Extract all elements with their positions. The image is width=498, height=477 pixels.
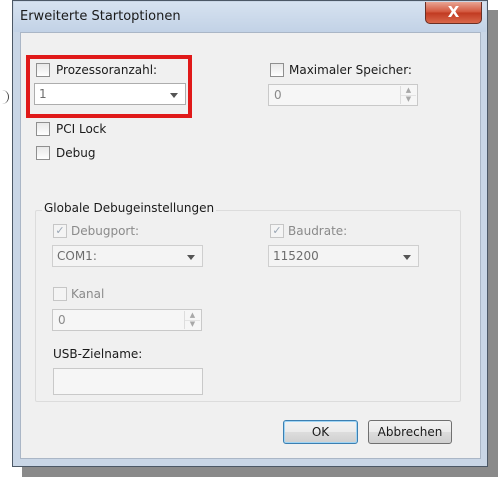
baudrate-dropdown[interactable]: 115200 — [268, 245, 419, 267]
checkmark-icon: ✓ — [55, 224, 65, 237]
usb-target-label: USB-Zielname: — [53, 347, 143, 361]
pci-lock-checkbox[interactable] — [36, 122, 50, 136]
close-button[interactable]: X — [425, 2, 482, 24]
highlight-box — [26, 55, 192, 118]
kanal-spinner[interactable]: 0 ▲ ▼ — [52, 309, 202, 331]
checkmark-icon: ✓ — [272, 224, 282, 237]
kanal-value: 0 — [58, 313, 66, 327]
pci-lock-label: PCI Lock — [56, 122, 107, 136]
debug-checkbox[interactable] — [36, 146, 50, 160]
usb-target-input[interactable] — [53, 368, 203, 395]
close-icon: X — [447, 3, 460, 21]
max-memory-label: Maximaler Speicher: — [289, 63, 412, 77]
kanal-checkbox[interactable] — [53, 287, 67, 301]
max-memory-value: 0 — [274, 88, 282, 102]
chevron-down-icon — [187, 255, 195, 260]
window-title: Erweiterte Startoptionen — [20, 9, 181, 24]
kanal-spin-buttons: ▲ ▼ — [184, 311, 200, 329]
chevron-down-icon — [403, 255, 411, 260]
debugport-checkbox[interactable]: ✓ — [53, 224, 67, 238]
debug-label: Debug — [56, 146, 96, 160]
max-memory-checkbox[interactable] — [270, 63, 284, 77]
global-debug-legend: Globale Debugeinstellungen — [42, 201, 217, 215]
debugport-dropdown[interactable]: COM1: — [52, 245, 203, 267]
debugport-value: COM1: — [57, 249, 97, 263]
baudrate-value: 115200 — [273, 249, 319, 263]
debugport-label: Debugport: — [71, 224, 140, 238]
baudrate-checkbox[interactable]: ✓ — [270, 224, 284, 238]
title-bar: Erweiterte Startoptionen — [14, 2, 486, 32]
edge-bracket — [0, 90, 9, 104]
kanal-label: Kanal — [71, 287, 105, 301]
baudrate-label: Baudrate: — [288, 224, 348, 238]
spin-down-icon[interactable]: ▼ — [401, 95, 416, 104]
max-memory-spinner[interactable]: 0 ▲ ▼ — [268, 84, 418, 106]
cancel-button[interactable]: Abbrechen — [368, 420, 452, 444]
ok-button[interactable]: OK — [283, 420, 358, 444]
spin-down-icon[interactable]: ▼ — [185, 320, 200, 329]
max-memory-spin-buttons: ▲ ▼ — [400, 86, 416, 104]
